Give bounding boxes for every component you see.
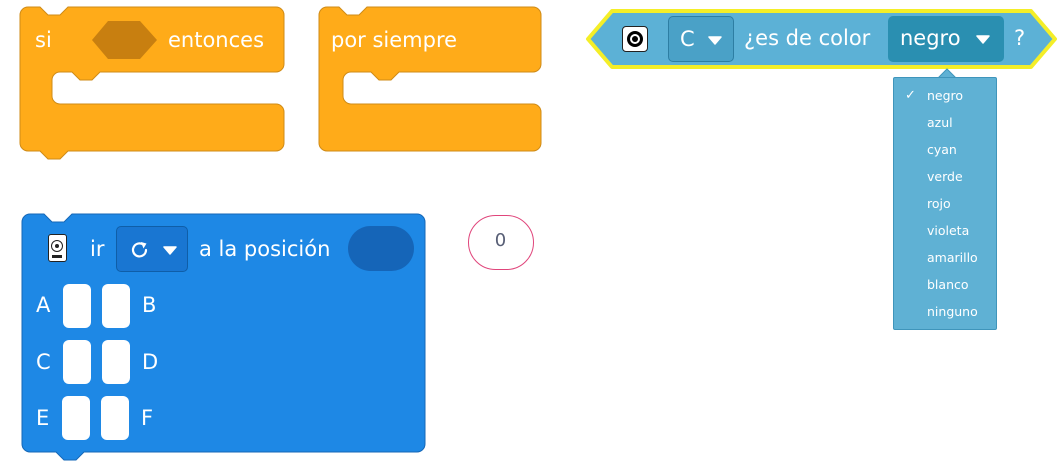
menu-item-label: negro (927, 88, 964, 103)
motor-icon (48, 234, 67, 262)
menu-item-azul[interactable]: azul (894, 110, 996, 136)
port-value: C (680, 27, 695, 51)
triangle-down-icon (708, 36, 722, 45)
port-label-d: D (142, 350, 159, 374)
port-label-e: E (36, 406, 50, 430)
menu-item-negro[interactable]: ✓ negro (894, 83, 996, 109)
rotate-clockwise-icon (131, 242, 148, 258)
port-a-toggle[interactable] (63, 284, 91, 328)
check-icon: ✓ (905, 88, 916, 103)
port-b-toggle[interactable] (102, 284, 130, 328)
question-label: ¿es de color (744, 26, 871, 50)
menu-item-cyan[interactable]: cyan (894, 137, 996, 163)
port-label-b: B (142, 293, 157, 317)
direction-dropdown[interactable] (116, 226, 188, 272)
port-label-f: F (141, 406, 154, 430)
triangle-down-icon (976, 35, 990, 44)
menu-item-amarillo[interactable]: amarillo (894, 245, 996, 271)
menu-item-label: rojo (927, 196, 951, 211)
port-d-toggle[interactable] (102, 340, 130, 384)
menu-item-ninguno[interactable]: ninguno (894, 299, 996, 325)
port-f-toggle[interactable] (101, 396, 129, 440)
number-reporter[interactable]: 0 (468, 215, 534, 270)
color-sensor-icon (622, 26, 648, 52)
position-input[interactable] (348, 226, 414, 271)
menu-item-label: azul (927, 115, 953, 130)
menu-item-violeta[interactable]: violeta (894, 218, 996, 244)
port-e-toggle[interactable] (62, 396, 90, 440)
menu-item-label: cyan (927, 142, 957, 157)
go-label: ir (90, 237, 105, 261)
motor-go-to-position-block[interactable]: ir a la posición A B C D E F (0, 0, 440, 464)
menu-item-rojo[interactable]: rojo (894, 191, 996, 217)
port-c-toggle[interactable] (63, 340, 91, 384)
position-label: a la posición (199, 237, 331, 261)
port-label-c: C (36, 350, 51, 374)
menu-item-label: blanco (927, 277, 969, 292)
menu-item-label: violeta (927, 223, 970, 238)
color-dropdown-value: negro (900, 26, 961, 50)
color-dropdown-menu: ✓ negro azul cyan verde rojo violeta ama… (893, 77, 997, 330)
menu-item-label: ninguno (927, 304, 978, 319)
question-mark: ? (1014, 26, 1026, 50)
triangle-down-icon (163, 246, 177, 255)
menu-item-label: verde (927, 169, 963, 184)
menu-item-verde[interactable]: verde (894, 164, 996, 190)
reporter-value: 0 (494, 230, 507, 251)
color-dropdown[interactable]: negro (888, 16, 1004, 62)
port-label-a: A (36, 293, 51, 317)
menu-item-label: amarillo (927, 250, 978, 265)
menu-item-blanco[interactable]: blanco (894, 272, 996, 298)
port-dropdown[interactable]: C (668, 16, 734, 62)
